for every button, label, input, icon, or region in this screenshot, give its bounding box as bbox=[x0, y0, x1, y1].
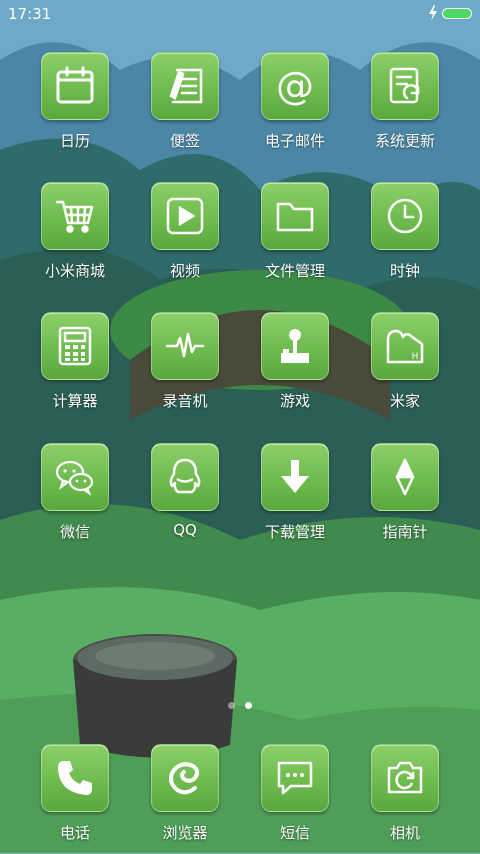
phone-icon bbox=[58, 761, 92, 795]
calculator-icon bbox=[58, 326, 92, 366]
camera-icon bbox=[387, 761, 423, 794]
app-label: 米家 bbox=[389, 392, 420, 410]
download-icon bbox=[281, 460, 309, 493]
app-label: 微信 bbox=[59, 523, 90, 541]
app-clock[interactable]: 时钟 bbox=[350, 182, 460, 292]
mijia-icon: H bbox=[386, 329, 424, 364]
recorder-tile[interactable] bbox=[151, 312, 219, 380]
app-label: 系统更新 bbox=[374, 132, 435, 150]
status-bar: 17:31 bbox=[0, 0, 480, 28]
clock-time: 17:31 bbox=[8, 5, 52, 23]
app-label: 下载管理 bbox=[264, 523, 325, 541]
page-indicator bbox=[224, 702, 256, 710]
messages-icon bbox=[277, 761, 313, 795]
page-dot-2-active[interactable] bbox=[245, 702, 252, 709]
app-games[interactable]: 游戏 bbox=[240, 312, 350, 422]
app-wechat[interactable]: 微信 bbox=[20, 443, 130, 553]
calendar-icon bbox=[56, 66, 94, 104]
clock-icon bbox=[387, 198, 423, 234]
app-system-update[interactable]: 系统更新 bbox=[350, 52, 460, 162]
battery-icon bbox=[442, 8, 472, 19]
app-label: 短信 bbox=[279, 824, 310, 842]
video-tile[interactable] bbox=[151, 182, 219, 250]
email-tile[interactable]: @ bbox=[261, 52, 329, 120]
app-label: 文件管理 bbox=[264, 262, 325, 280]
app-label: 相机 bbox=[389, 824, 420, 842]
app-mi-store[interactable]: 小米商城 bbox=[20, 182, 130, 292]
dock-camera[interactable]: 相机 bbox=[350, 744, 460, 854]
app-recorder[interactable]: 录音机 bbox=[130, 312, 240, 422]
app-label: 电话 bbox=[59, 824, 90, 842]
system-update-tile[interactable] bbox=[371, 52, 439, 120]
recorder-icon bbox=[165, 332, 205, 358]
file-manager-tile[interactable] bbox=[261, 182, 329, 250]
app-calculator[interactable]: 计算器 bbox=[20, 312, 130, 422]
app-calendar[interactable]: 日历 bbox=[20, 52, 130, 162]
mijia-tile[interactable]: H bbox=[371, 312, 439, 380]
notes-tile[interactable] bbox=[151, 52, 219, 120]
calculator-tile[interactable] bbox=[41, 312, 109, 380]
email-icon: @ bbox=[276, 66, 314, 106]
browser-tile[interactable] bbox=[151, 744, 219, 812]
app-label: 浏览器 bbox=[162, 824, 208, 842]
joystick-icon bbox=[281, 329, 309, 363]
app-label: 游戏 bbox=[279, 392, 310, 410]
app-video[interactable]: 视频 bbox=[130, 182, 240, 292]
clock-tile[interactable] bbox=[371, 182, 439, 250]
folder-icon bbox=[276, 202, 314, 232]
battery-level-fill bbox=[443, 9, 471, 18]
app-label: 时钟 bbox=[389, 262, 420, 280]
camera-tile[interactable] bbox=[371, 744, 439, 812]
app-label: 视频 bbox=[169, 262, 200, 280]
qq-tile[interactable] bbox=[151, 443, 219, 511]
app-label: 指南针 bbox=[382, 523, 428, 541]
calendar-tile[interactable] bbox=[41, 52, 109, 120]
app-label: 录音机 bbox=[162, 392, 208, 410]
mi-store-tile[interactable] bbox=[41, 182, 109, 250]
notes-icon bbox=[169, 68, 203, 104]
app-qq[interactable]: QQ bbox=[130, 443, 240, 553]
qq-icon bbox=[169, 458, 201, 494]
compass-tile[interactable] bbox=[371, 443, 439, 511]
app-label: QQ bbox=[173, 521, 197, 539]
shopping-cart-icon bbox=[55, 200, 94, 233]
app-notes[interactable]: 便签 bbox=[130, 52, 240, 162]
dock-messages[interactable]: 短信 bbox=[240, 744, 350, 854]
phone-tile[interactable] bbox=[41, 744, 109, 812]
app-mijia[interactable]: H 米家 bbox=[350, 312, 460, 422]
svg-text:H: H bbox=[412, 352, 419, 362]
app-label: 小米商城 bbox=[44, 262, 105, 280]
messages-tile[interactable] bbox=[261, 744, 329, 812]
app-label: 日历 bbox=[59, 132, 90, 150]
svg-text:@: @ bbox=[276, 66, 314, 106]
app-file-manager[interactable]: 文件管理 bbox=[240, 182, 350, 292]
page-dot-1[interactable] bbox=[228, 702, 235, 709]
charging-icon bbox=[429, 5, 437, 21]
dock-phone[interactable]: 电话 bbox=[20, 744, 130, 854]
wechat-tile[interactable] bbox=[41, 443, 109, 511]
compass-icon bbox=[395, 458, 415, 496]
app-email[interactable]: @ 电子邮件 bbox=[240, 52, 350, 162]
app-label: 电子邮件 bbox=[264, 132, 325, 150]
wechat-icon bbox=[55, 460, 94, 496]
download-tile[interactable] bbox=[261, 443, 329, 511]
home-screen-grid: 日历 便签 @ 电子邮件 系统更新 小米商城 视频 文件管理 时钟 计算器 录音… bbox=[0, 0, 480, 853]
app-compass[interactable]: 指南针 bbox=[350, 443, 460, 553]
app-label: 计算器 bbox=[52, 392, 98, 410]
dock-browser[interactable]: 浏览器 bbox=[130, 744, 240, 854]
system-update-icon bbox=[389, 67, 420, 104]
video-icon bbox=[166, 197, 204, 235]
browser-icon bbox=[169, 762, 200, 795]
app-download-manager[interactable]: 下载管理 bbox=[240, 443, 350, 553]
app-label: 便签 bbox=[169, 132, 200, 150]
games-tile[interactable] bbox=[261, 312, 329, 380]
